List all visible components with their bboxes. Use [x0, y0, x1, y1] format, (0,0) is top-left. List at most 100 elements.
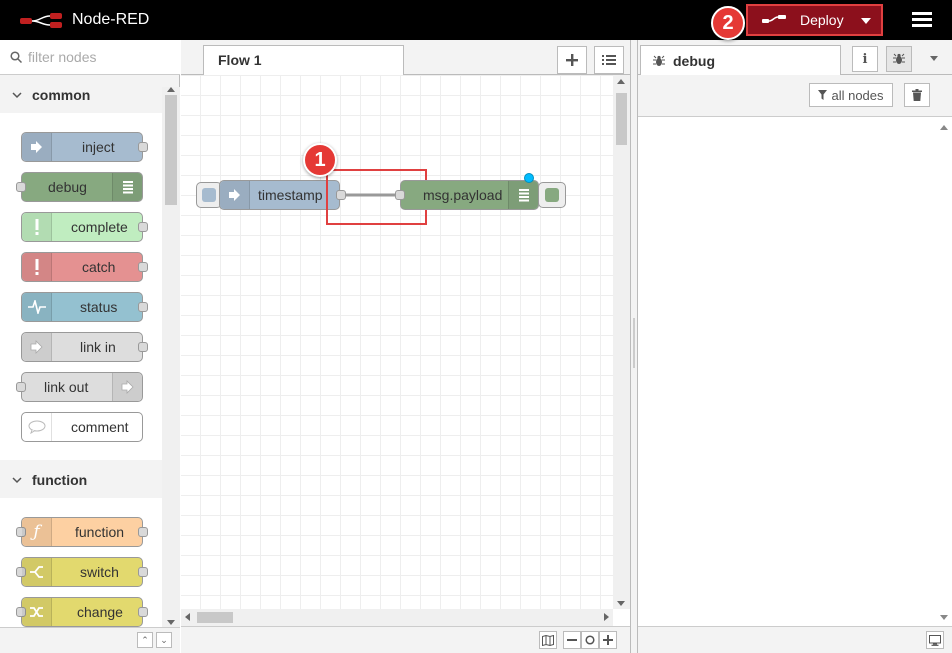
- scroll-down-icon[interactable]: [167, 620, 175, 625]
- palette-search: [0, 40, 180, 75]
- add-flow-plus-icon[interactable]: [557, 46, 587, 74]
- scroll-down-icon[interactable]: [617, 601, 625, 606]
- debug-toggle-button[interactable]: [538, 182, 566, 208]
- output-port[interactable]: [138, 607, 148, 617]
- flow-workspace: Flow 1 timestamp msg.payload: [181, 40, 630, 653]
- deploy-icon: [762, 15, 786, 23]
- output-port[interactable]: [138, 222, 148, 232]
- scrollbar-thumb[interactable]: [165, 95, 177, 205]
- resize-grip[interactable]: [633, 318, 635, 368]
- input-port[interactable]: [16, 182, 26, 192]
- palette-node-catch[interactable]: catch: [21, 252, 148, 282]
- zoom-reset-icon[interactable]: [581, 631, 599, 649]
- flow-list-icon[interactable]: [594, 46, 624, 74]
- sidebar-menu-caret-icon[interactable]: [930, 56, 938, 61]
- category-function-nodes: ƒ function switch change: [0, 498, 162, 627]
- palette-node-change[interactable]: change: [16, 597, 148, 627]
- category-common-nodes: inject debug complete catch status link …: [0, 113, 162, 460]
- sidebar: debug i all nodes: [638, 40, 952, 653]
- zoom-out-icon[interactable]: [563, 631, 581, 649]
- tab-flow-1[interactable]: Flow 1: [203, 45, 404, 76]
- bug-icon: [653, 55, 665, 66]
- filter-icon: [818, 90, 828, 100]
- output-port[interactable]: [138, 567, 148, 577]
- workspace-tab-bar: Flow 1: [181, 40, 630, 76]
- sidebar-resize-handle[interactable]: [630, 40, 638, 653]
- exclamation-icon: [22, 213, 52, 241]
- output-port[interactable]: [138, 142, 148, 152]
- node-palette: common inject debug complete catch: [0, 40, 180, 653]
- palette-scrollbar[interactable]: [162, 87, 180, 627]
- info-icon[interactable]: i: [852, 46, 878, 72]
- filter-nodes-input[interactable]: [28, 49, 168, 65]
- scroll-up-icon[interactable]: [940, 125, 948, 130]
- scroll-up-icon[interactable]: [617, 79, 625, 84]
- expand-all-icon[interactable]: ⌄: [156, 632, 172, 648]
- filter-all-nodes-button[interactable]: all nodes: [809, 83, 893, 107]
- palette-node-debug[interactable]: debug: [16, 172, 143, 202]
- palette-node-function[interactable]: ƒ function: [16, 517, 148, 547]
- shuffle-icon: [22, 598, 52, 626]
- palette-node-link-in[interactable]: link in: [21, 332, 148, 362]
- header-bar: Node-RED Deploy: [0, 0, 952, 40]
- scrollbar-thumb[interactable]: [197, 612, 233, 623]
- callout-badge-2: 2: [711, 6, 745, 40]
- collapse-all-icon[interactable]: ⌃: [137, 632, 153, 648]
- workspace-footer: [181, 626, 630, 653]
- deploy-label: Deploy: [800, 12, 844, 28]
- category-label: function: [32, 472, 88, 488]
- tab-label: debug: [673, 53, 715, 69]
- workspace-vertical-scrollbar[interactable]: [613, 75, 630, 609]
- palette-node-switch[interactable]: switch: [16, 557, 148, 587]
- inject-arrow-icon: [22, 133, 52, 161]
- search-icon: [10, 51, 22, 63]
- deploy-button[interactable]: Deploy: [746, 4, 883, 36]
- palette-node-complete[interactable]: complete: [21, 212, 148, 242]
- node-red-logo-icon: [20, 13, 62, 28]
- filter-label: all nodes: [831, 87, 884, 103]
- app-title: Node-RED: [72, 11, 150, 28]
- chevron-down-icon: [12, 477, 22, 484]
- exclamation-icon: [22, 253, 52, 281]
- palette-footer: ⌃ ⌄: [0, 627, 180, 653]
- sidebar-footer: [638, 626, 952, 653]
- workspace-horizontal-scrollbar[interactable]: [181, 609, 613, 626]
- node-changed-indicator: [524, 173, 534, 183]
- tab-debug[interactable]: debug: [640, 45, 841, 76]
- palette-node-comment[interactable]: comment: [21, 412, 143, 442]
- output-port[interactable]: [138, 342, 148, 352]
- link-in-icon: [22, 333, 52, 361]
- scroll-left-icon[interactable]: [185, 613, 190, 621]
- navigator-map-icon[interactable]: [539, 631, 557, 649]
- scrollbar-thumb[interactable]: [616, 93, 627, 145]
- output-port[interactable]: [138, 527, 148, 537]
- callout-badge-1: 1: [303, 143, 337, 177]
- link-out-icon: [112, 373, 142, 401]
- open-debug-window-monitor-icon[interactable]: [926, 631, 944, 649]
- scroll-right-icon[interactable]: [604, 613, 609, 621]
- pulse-icon: [22, 293, 52, 321]
- msg-payload-input-port[interactable]: [395, 190, 405, 200]
- deploy-dropdown-caret-icon[interactable]: [861, 18, 871, 24]
- zoom-in-icon[interactable]: [599, 631, 617, 649]
- palette-node-inject[interactable]: inject: [21, 132, 148, 162]
- debug-bug-icon[interactable]: [886, 46, 912, 72]
- debug-scrollbar[interactable]: [935, 117, 952, 626]
- flow-canvas[interactable]: timestamp msg.payload: [181, 75, 613, 609]
- palette-node-link-out[interactable]: link out: [16, 372, 143, 402]
- scroll-down-icon[interactable]: [940, 615, 948, 620]
- connection-wire[interactable]: [181, 75, 613, 609]
- debug-toolbar: all nodes: [638, 75, 952, 117]
- scroll-up-icon[interactable]: [167, 87, 175, 92]
- main-menu-hamburger-icon[interactable]: [912, 12, 932, 28]
- palette-node-status[interactable]: status: [21, 292, 148, 322]
- category-common-header[interactable]: common: [0, 77, 162, 113]
- output-port[interactable]: [138, 262, 148, 272]
- debug-messages-area: [638, 117, 952, 626]
- category-function-header[interactable]: function: [0, 462, 162, 498]
- input-port[interactable]: [16, 382, 26, 392]
- clear-messages-trash-icon[interactable]: [904, 83, 930, 107]
- chevron-down-icon: [12, 92, 22, 99]
- flow-node-msg-payload[interactable]: msg.payload: [400, 180, 539, 210]
- output-port[interactable]: [138, 302, 148, 312]
